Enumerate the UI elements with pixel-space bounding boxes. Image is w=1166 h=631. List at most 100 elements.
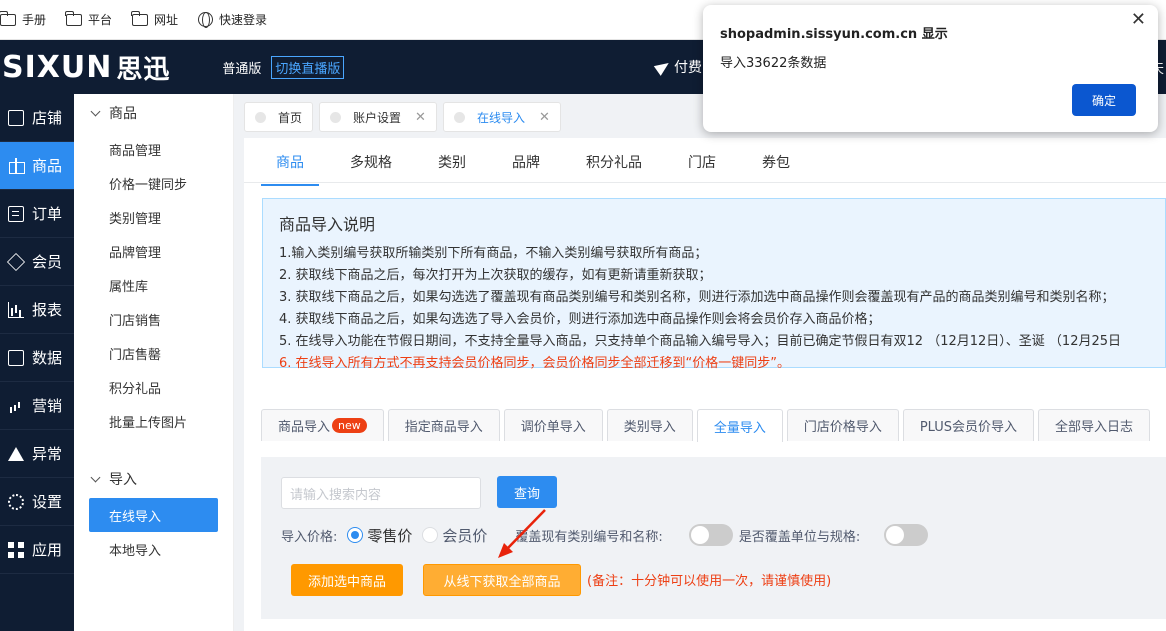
instructions-title: 商品导入说明 [279, 215, 376, 234]
switch-live-link[interactable]: 切换直播版 [271, 55, 345, 79]
instruction-line: 5. 在线导入功能在节假日期间，不支持全量导入商品，只支持单个商品输入编号导入；… [279, 334, 1122, 349]
fetch-all-offline-button[interactable]: 从线下获取全部商品 [423, 564, 581, 596]
warning-icon [8, 446, 24, 461]
tab-category-import[interactable]: 类别导入 [606, 409, 693, 441]
main-sidebar: 店铺 商品 订单 会员 报表 数据 营销 异常 设置 应用 [0, 94, 74, 631]
submenu-group-import[interactable]: 导入 [74, 460, 233, 498]
gear-icon [8, 493, 24, 510]
tab-plus-member-price-import[interactable]: PLUS会员价导入 [902, 409, 1035, 441]
main-content: 首页 账户设置 ✕ 在线导入 ✕ 商品 多规格 类别 品牌 积分礼品 门店 券包 商… [234, 94, 1166, 631]
paid-link[interactable]: 付费 [653, 57, 702, 77]
bookmark-label: 平台 [88, 13, 113, 27]
radio-member-label: 会员价 [442, 526, 488, 545]
tab-label: 在线导入 [476, 110, 525, 125]
overwrite-unit-label: 是否覆盖单位与规格: [738, 529, 861, 545]
tab-all-import-logs[interactable]: 全部导入日志 [1038, 409, 1151, 441]
sidebar-item-label: 店铺 [32, 109, 63, 127]
sidebar-item-settings[interactable]: 设置 [0, 478, 74, 526]
sidebar-item-label: 数据 [32, 349, 63, 367]
tab-store-price-import[interactable]: 门店价格导入 [786, 409, 899, 441]
close-icon[interactable]: ✕ [539, 110, 550, 125]
apps-icon [8, 541, 24, 558]
diamond-icon [6, 252, 26, 271]
bars-icon [8, 398, 24, 414]
import-type-tabs: 商品 多规格 类别 品牌 积分礼品 门店 券包 [261, 152, 821, 186]
chevron-down-icon [90, 106, 101, 116]
ok-button[interactable]: 确定 [1072, 84, 1136, 116]
submenu-item-product-management[interactable]: 商品管理 [74, 132, 233, 166]
tab-dot-icon [330, 111, 342, 123]
submenu-item-attribute-library[interactable]: 属性库 [74, 268, 233, 302]
subtab-products[interactable]: 商品 [261, 152, 319, 186]
overwrite-category-toggle[interactable] [688, 524, 733, 546]
subtab-points-gifts[interactable]: 积分礼品 [571, 152, 657, 186]
subtab-stores[interactable]: 门店 [673, 152, 731, 186]
radio-member-price[interactable] [422, 527, 439, 543]
sidebar-item-apps[interactable]: 应用 [0, 526, 74, 574]
bookmark-label: 快速登录 [219, 13, 268, 27]
tab-account-settings[interactable]: 账户设置 ✕ [319, 102, 437, 132]
close-icon[interactable]: ✕ [1131, 9, 1146, 30]
sidebar-item-marketing[interactable]: 营销 [0, 382, 74, 430]
tab-label: 账户设置 [353, 110, 402, 125]
sidebar-item-reports[interactable]: 报表 [0, 286, 74, 334]
submenu-item-store-sales[interactable]: 门店销售 [74, 302, 233, 336]
instruction-line: 4. 获取线下商品之后，如果勾选选了导入会员价，则进行添加选中商品操作则会将会员… [279, 312, 881, 327]
submenu-item-local-import[interactable]: 本地导入 [74, 532, 233, 566]
instruction-line: 3. 获取线下商品之后，如果勾选选了覆盖现有商品类别编号和类别名称，则进行添加选… [279, 290, 1115, 305]
instruction-warning-line: 6. 在线导入所有方式不再支持会员价格同步，会员价格同步全部迁移到“价格一键同步… [279, 356, 791, 371]
close-icon[interactable]: ✕ [415, 110, 426, 125]
bookmark-platform[interactable]: 平台 [65, 10, 113, 28]
add-selected-button[interactable]: 添加选中商品 [291, 564, 403, 596]
tab-product-import[interactable]: 商品导入 new [261, 409, 384, 441]
new-badge: new [332, 418, 367, 433]
tab-dot-icon [453, 111, 465, 123]
sidebar-item-label: 异常 [32, 445, 63, 463]
dialog-message: 导入33622条数据 [720, 56, 827, 71]
query-button[interactable]: 查询 [497, 476, 557, 508]
sidebar-item-shop[interactable]: 店铺 [0, 94, 74, 142]
bookmark-manual[interactable]: 手册 [0, 10, 47, 28]
submenu-item-points-gifts[interactable]: 积分礼品 [74, 370, 233, 404]
tab-online-import[interactable]: 在线导入 ✕ [442, 102, 561, 132]
bookmark-urls[interactable]: 网址 [131, 10, 178, 28]
subtab-brand[interactable]: 品牌 [497, 152, 555, 186]
screen-icon [8, 349, 24, 366]
submenu-item-batch-upload-images[interactable]: 批量上传图片 [74, 404, 233, 438]
logo-text-cn: 思迅 [116, 54, 171, 85]
radio-retail-price[interactable] [347, 527, 364, 543]
submenu-item-price-sync[interactable]: 价格一键同步 [74, 166, 233, 200]
sidebar-item-exceptions[interactable]: 异常 [0, 430, 74, 478]
import-instructions: 商品导入说明 1.输入类别编号获取所输类别下所有商品，不输入类别编号获取所有商品… [262, 198, 1166, 371]
subtab-category[interactable]: 类别 [423, 152, 481, 186]
search-input[interactable]: 请输入搜索内容 [281, 477, 481, 509]
sidebar-item-orders[interactable]: 订单 [0, 190, 74, 238]
submenu-item-category-management[interactable]: 类别管理 [74, 200, 233, 234]
sidebar-item-label: 营销 [32, 397, 63, 415]
chevron-down-icon [90, 472, 101, 482]
sidebar-item-products[interactable]: 商品 [0, 142, 74, 190]
submenu-group-products[interactable]: 商品 [74, 94, 233, 132]
subtab-coupon-pack[interactable]: 券包 [747, 152, 805, 186]
subtab-multi-spec[interactable]: 多规格 [335, 152, 407, 186]
submenu-item-online-import[interactable]: 在线导入 [89, 498, 218, 532]
paper-plane-icon [653, 58, 673, 76]
tab-dot-icon [255, 111, 266, 123]
tab-full-import[interactable]: 全量导入 [696, 409, 783, 442]
submenu-item-store-soldout[interactable]: 门店售罄 [74, 336, 233, 370]
overwrite-unit-toggle[interactable] [884, 524, 929, 546]
order-icon [8, 205, 24, 222]
submenu-item-brand-management[interactable]: 品牌管理 [74, 234, 233, 268]
sidebar-item-members[interactable]: 会员 [0, 238, 74, 286]
gift-icon [8, 157, 25, 174]
bookmark-label: 手册 [22, 13, 47, 27]
tab-label: 商品导入 [278, 420, 331, 435]
radio-retail-label: 零售价 [367, 526, 413, 545]
tab-specified-product-import[interactable]: 指定商品导入 [387, 409, 500, 441]
tab-price-adjust-import[interactable]: 调价单导入 [503, 409, 603, 441]
tab-home[interactable]: 首页 [244, 102, 314, 132]
bookmark-quick-login[interactable]: 快速登录 [198, 11, 267, 28]
sidebar-item-data[interactable]: 数据 [0, 334, 74, 382]
instruction-line: 1.输入类别编号获取所输类别下所有商品，不输入类别编号获取所有商品； [279, 246, 708, 261]
dialog-title: shopadmin.sissyun.com.cn 显示 [720, 27, 948, 42]
